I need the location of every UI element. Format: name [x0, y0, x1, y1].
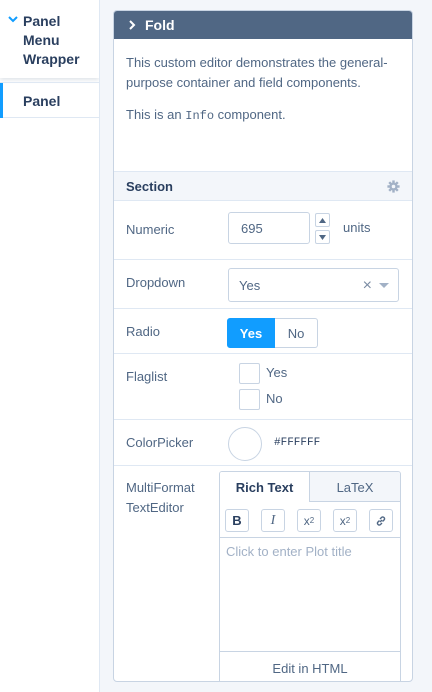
flag-label-no: No: [266, 391, 283, 406]
colorpicker-label: ColorPicker: [126, 435, 194, 450]
active-indicator: [0, 83, 3, 118]
main-panel: Fold This custom editor demonstrates the…: [99, 0, 432, 692]
sidebar-group-panel-menu-wrapper[interactable]: Panel Menu Wrapper: [0, 0, 99, 78]
info-paragraph-2: This is an Info component.: [126, 105, 400, 126]
numeric-input[interactable]: 695: [228, 212, 310, 244]
flag-checkbox-yes[interactable]: [239, 363, 260, 384]
colorpicker-row: ColorPicker #FFFFFF: [114, 420, 412, 466]
info-component: This custom editor demonstrates the gene…: [114, 39, 412, 172]
multiformat-label-line1: MultiFormat: [126, 480, 195, 495]
bold-button[interactable]: B: [225, 509, 249, 532]
multiformat-row: MultiFormat TextEditor Rich Text LaTeX B …: [114, 466, 412, 681]
multiformat-editor: Rich Text LaTeX B I x2 x2 Click to enter…: [219, 471, 401, 681]
caret-down-icon: [319, 234, 326, 240]
chevron-right-icon: [129, 20, 136, 30]
tab-latex[interactable]: LaTeX: [310, 472, 400, 502]
edit-in-html-link[interactable]: Edit in HTML: [220, 652, 400, 681]
superscript-button[interactable]: x2: [333, 509, 357, 532]
link-button[interactable]: [369, 509, 393, 532]
superscript-mark: 2: [345, 516, 351, 525]
numeric-label: Numeric: [126, 222, 175, 237]
section-title: Section: [126, 179, 173, 194]
tab-rich-text[interactable]: Rich Text: [220, 472, 310, 502]
subscript-button[interactable]: x2: [297, 509, 321, 532]
italic-button[interactable]: I: [261, 509, 285, 532]
fold-header[interactable]: Fold: [114, 11, 412, 39]
fold-title: Fold: [145, 17, 175, 33]
clear-icon[interactable]: ×: [363, 277, 372, 295]
info-text-suffix: component.: [214, 107, 286, 122]
dropdown-row: Dropdown Yes ×: [114, 260, 412, 309]
dropdown-value: Yes: [239, 278, 261, 293]
radio-option-yes[interactable]: Yes: [227, 318, 275, 348]
gear-icon[interactable]: [387, 180, 400, 193]
radio-group: Yes No: [227, 318, 318, 348]
info-code: Info: [185, 109, 215, 123]
rich-text-input[interactable]: Click to enter Plot title: [220, 538, 400, 652]
sidebar-item-panel[interactable]: Panel: [0, 82, 99, 118]
radio-option-no[interactable]: No: [275, 318, 318, 348]
fold: Fold This custom editor demonstrates the…: [113, 10, 413, 682]
color-hex-value: #FFFFFF: [274, 437, 321, 449]
multiformat-label: MultiFormat TextEditor: [126, 478, 195, 518]
subscript-mark: 2: [309, 516, 315, 525]
info-text: This is an: [126, 107, 186, 122]
decrement-button[interactable]: [315, 230, 330, 244]
chevron-down-icon: [8, 16, 18, 23]
dropdown-select[interactable]: Yes ×: [228, 268, 399, 302]
sidebar-item-label: Panel: [23, 93, 61, 109]
flag-label-yes: Yes: [266, 365, 288, 380]
numeric-units: units: [343, 220, 371, 235]
caret-up-icon: [319, 217, 326, 223]
section-header: Section: [114, 172, 412, 201]
sidebar-group-label: Panel Menu Wrapper: [23, 13, 80, 67]
info-paragraph: This custom editor demonstrates the gene…: [126, 55, 388, 90]
radio-label: Radio: [126, 324, 160, 339]
numeric-row: Numeric 695 units: [114, 201, 412, 260]
radio-row: Radio Yes No: [114, 309, 412, 354]
editor-toolbar: B I x2 x2: [220, 502, 400, 538]
link-icon: [376, 515, 386, 526]
flaglist-label: Flaglist: [126, 369, 168, 384]
sidebar: Panel Menu Wrapper Panel: [0, 0, 99, 692]
color-swatch[interactable]: [228, 427, 262, 461]
dropdown-label: Dropdown: [126, 275, 186, 290]
editor-tabs: Rich Text LaTeX: [220, 472, 400, 502]
flaglist-row: Flaglist Yes No: [114, 354, 412, 420]
increment-button[interactable]: [315, 213, 330, 227]
dropdown-caret-icon[interactable]: [379, 283, 389, 288]
flag-checkbox-no[interactable]: [239, 389, 260, 410]
multiformat-label-line2: TextEditor: [126, 500, 184, 515]
